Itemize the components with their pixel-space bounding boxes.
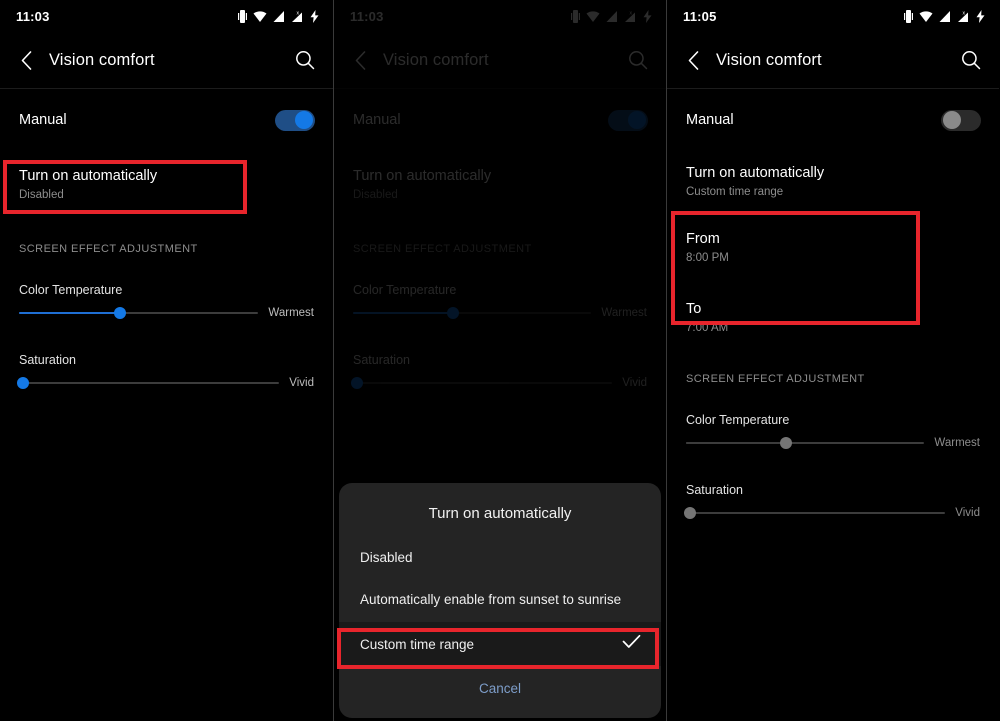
saturation-slider[interactable]	[683, 507, 946, 519]
signal-icon	[273, 10, 284, 22]
dialog-option-label: Automatically enable from sunset to sunr…	[360, 592, 622, 607]
slider-thumb[interactable]	[16, 377, 29, 389]
app-bar: Vision comfort	[0, 32, 333, 89]
turn-on-automatically-dialog: Turn on automatically Disabled Automatic…	[339, 483, 661, 718]
turn-on-automatically-value: Custom time range	[686, 186, 784, 198]
saturation-end-label: Vivid	[289, 377, 314, 389]
slider-fill	[19, 312, 120, 314]
manual-row[interactable]: Manual	[667, 97, 999, 143]
screenshot-stage: 11:03 x Vision comfort Manual Turn on au…	[0, 0, 1000, 721]
charging-bolt-icon	[976, 9, 985, 23]
manual-label: Manual	[686, 112, 734, 128]
to-value: 7:00 AM	[686, 322, 729, 334]
turn-on-automatically-row[interactable]: Turn on automatically Custom time range	[667, 155, 999, 210]
color-temperature-label: Color Temperature	[686, 413, 790, 427]
back-arrow-icon[interactable]	[12, 46, 40, 74]
phone-panel-2: 11:03 x Vision comfort	[333, 0, 667, 721]
screen-effect-section-header: SCREEN EFFECT ADJUSTMENT	[19, 243, 198, 255]
wifi-icon	[919, 10, 933, 22]
color-temperature-slider-block: Color Temperature Warmest	[0, 261, 333, 323]
cancel-button[interactable]: Cancel	[339, 666, 661, 710]
vibrate-icon	[238, 9, 247, 23]
dialog-title: Turn on automatically	[428, 505, 572, 522]
slider-thumb[interactable]	[780, 437, 793, 449]
status-clock: 11:03	[16, 8, 50, 24]
signal-icon	[939, 10, 950, 22]
status-clock: 11:05	[683, 8, 717, 24]
saturation-slider-block: Saturation Vivid	[0, 323, 333, 393]
back-arrow-icon[interactable]	[679, 46, 707, 74]
phone-panel-3: 11:05 x Vision comfort Manual Turn on au…	[667, 0, 999, 721]
status-icons: x	[238, 9, 319, 23]
charging-bolt-icon	[310, 9, 319, 23]
color-temperature-slider[interactable]	[686, 437, 925, 449]
color-temperature-slider-block: Color Temperature Warmest	[667, 391, 999, 453]
to-time-row[interactable]: To 7:00 AM	[667, 291, 999, 346]
page-title: Vision comfort	[49, 50, 155, 69]
color-temperature-slider[interactable]	[19, 307, 259, 319]
dialog-option-disabled[interactable]: Disabled	[339, 538, 661, 577]
check-icon	[622, 634, 641, 654]
settings-content: Manual Turn on automatically Disabled SC…	[0, 89, 333, 393]
saturation-label: Saturation	[686, 483, 743, 497]
status-bar: 11:05 x	[667, 0, 999, 32]
status-icons: x	[904, 9, 985, 23]
signal-alt-icon: x	[292, 10, 302, 22]
app-bar: Vision comfort	[667, 32, 999, 89]
page-title: Vision comfort	[716, 50, 822, 69]
saturation-label: Saturation	[19, 353, 76, 367]
toggle-knob	[942, 111, 961, 129]
from-time-row[interactable]: From 8:00 PM	[667, 221, 999, 276]
settings-content: Manual Turn on automatically Custom time…	[667, 89, 999, 523]
saturation-slider[interactable]	[16, 377, 280, 389]
manual-toggle[interactable]	[941, 109, 981, 131]
dialog-option-sunset-sunrise[interactable]: Automatically enable from sunset to sunr…	[339, 577, 661, 622]
color-temperature-label: Color Temperature	[19, 283, 123, 297]
search-icon[interactable]	[291, 46, 319, 74]
slider-track	[19, 382, 280, 384]
dialog-option-custom-time-range[interactable]: Custom time range	[339, 622, 661, 666]
turn-on-automatically-title: Turn on automatically	[686, 165, 825, 181]
wifi-icon	[253, 10, 267, 22]
manual-label: Manual	[19, 112, 67, 128]
turn-on-automatically-title: Turn on automatically	[19, 168, 158, 184]
saturation-slider-block: Saturation Vivid	[667, 453, 999, 523]
search-icon[interactable]	[957, 46, 985, 74]
from-value: 8:00 PM	[686, 252, 729, 264]
turn-on-automatically-value: Disabled	[19, 189, 64, 201]
slider-track	[686, 512, 946, 514]
dialog-option-label: Disabled	[360, 550, 413, 565]
manual-row[interactable]: Manual	[0, 97, 333, 143]
from-label: From	[686, 231, 720, 247]
slider-thumb[interactable]	[683, 507, 696, 519]
toggle-knob	[295, 111, 313, 129]
slider-fill	[686, 442, 787, 444]
vibrate-icon	[904, 9, 913, 23]
phone-panel-1: 11:03 x Vision comfort Manual Turn on au…	[0, 0, 333, 721]
to-label: To	[686, 301, 702, 317]
status-bar: 11:03 x	[0, 0, 333, 32]
signal-alt-icon: x	[958, 10, 968, 22]
color-temperature-end-label: Warmest	[268, 307, 314, 319]
slider-thumb[interactable]	[113, 307, 126, 319]
turn-on-automatically-row[interactable]: Turn on automatically Disabled	[0, 158, 333, 213]
color-temperature-end-label: Warmest	[934, 437, 980, 449]
screen-effect-section-header: SCREEN EFFECT ADJUSTMENT	[686, 373, 865, 385]
manual-toggle[interactable]	[275, 109, 315, 131]
dialog-option-label: Custom time range	[360, 636, 475, 652]
saturation-end-label: Vivid	[955, 507, 980, 519]
